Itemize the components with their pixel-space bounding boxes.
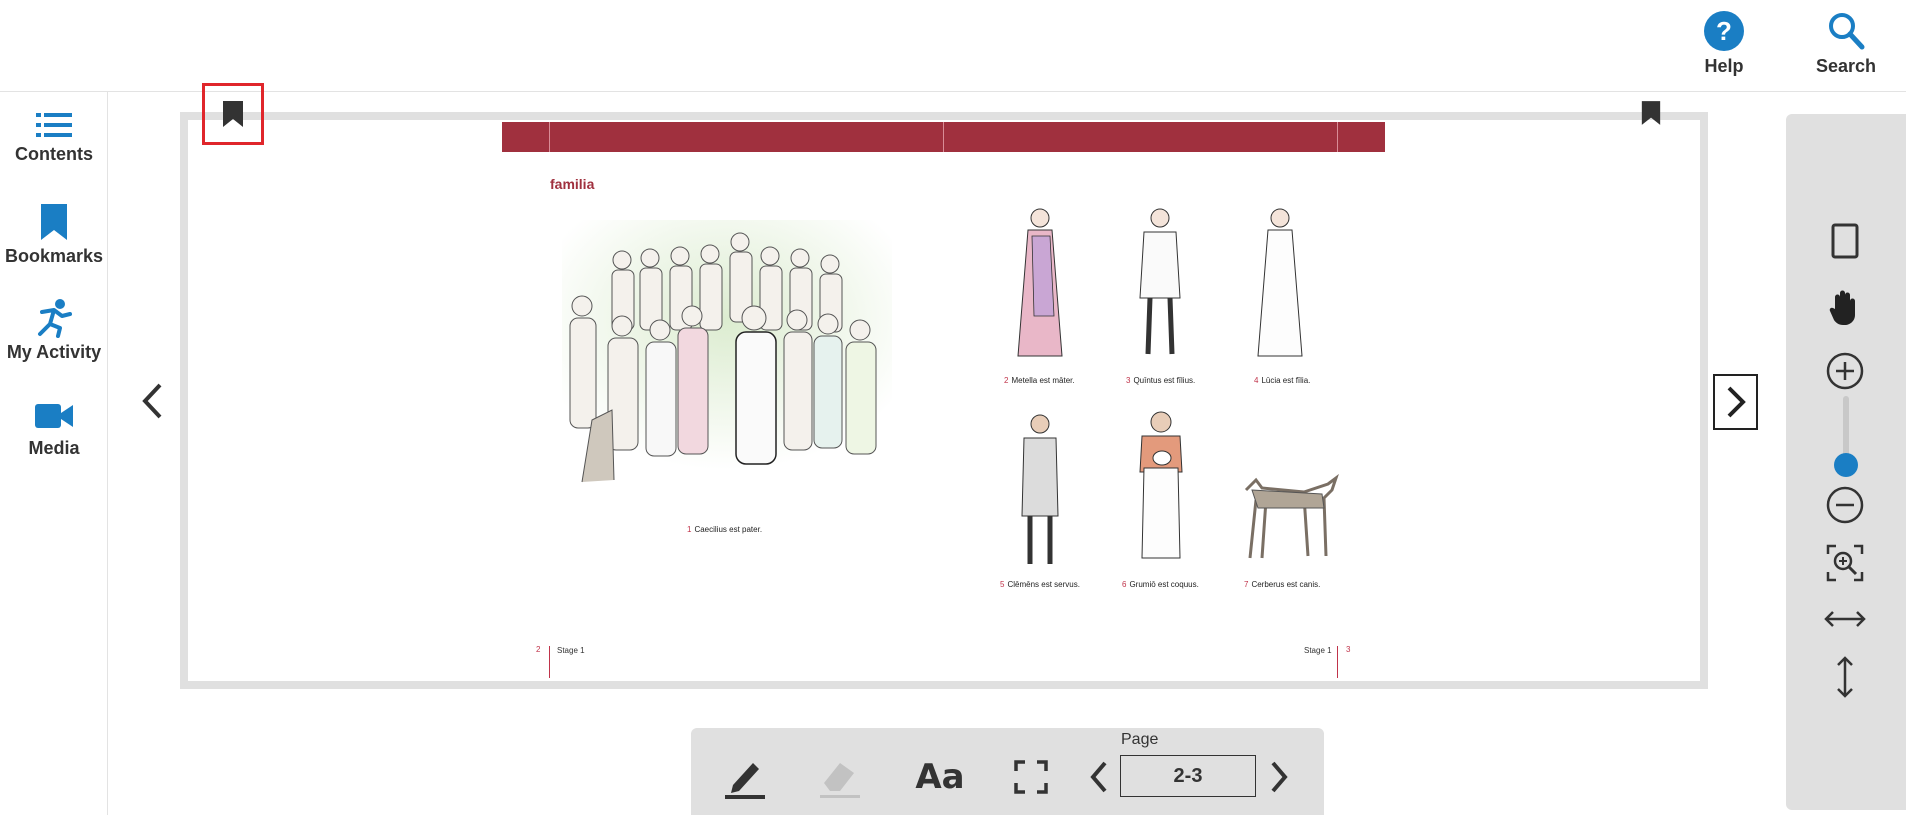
left-sidebar: Contents Bookmarks My Activity Media: [0, 92, 108, 815]
zoom-in-icon: [1826, 352, 1864, 390]
page-number-input[interactable]: [1120, 755, 1256, 797]
zoom-area-icon: [1826, 544, 1864, 582]
hand-icon: [1829, 290, 1855, 325]
zoom-slider-handle[interactable]: [1834, 453, 1858, 477]
search-icon: [1829, 13, 1865, 50]
sidebar-item-label: Bookmarks: [4, 246, 104, 266]
chevron-right-icon: [1727, 386, 1746, 418]
right-stage-label: Stage 1: [1304, 646, 1332, 655]
page-label: Page: [1121, 731, 1159, 748]
eraser-icon: [820, 763, 860, 798]
previous-page-toolbar-button[interactable]: [1079, 750, 1119, 804]
view-toolbar: [1786, 114, 1906, 810]
grumio-illustration: [1139, 411, 1183, 559]
previous-page-button[interactable]: [132, 378, 172, 424]
video-camera-icon: [35, 404, 73, 428]
figure-caption: 4 Lūcia est fīlia.: [1254, 376, 1311, 385]
search-button[interactable]: Search: [1796, 10, 1896, 80]
sidebar-item-bookmarks[interactable]: Bookmarks: [0, 202, 108, 267]
list-icon: [36, 113, 72, 137]
figure-caption: 5 Clēmēns est servus.: [1000, 580, 1080, 589]
fit-height-icon: [1837, 656, 1853, 698]
zoom-out-button[interactable]: [1822, 482, 1868, 528]
left-page-number: 2: [536, 645, 541, 654]
chevron-right-icon: [1271, 761, 1288, 793]
sidebar-item-label: Contents: [15, 144, 93, 164]
bookmark-icon: [1641, 101, 1661, 125]
bookmark-right-page-button[interactable]: [1636, 98, 1666, 128]
sidebar-item-label: Media: [28, 438, 80, 458]
fit-width-button[interactable]: [1822, 596, 1868, 642]
figure-caption: 2 Metella est māter.: [1004, 376, 1075, 385]
single-page-view-button[interactable]: [1822, 218, 1868, 264]
fit-width-icon: [1824, 611, 1866, 627]
text-size-button[interactable]: Aa: [905, 750, 975, 804]
bookmark-icon: [41, 204, 67, 240]
next-page-toolbar-button[interactable]: [1259, 750, 1299, 804]
fit-height-button[interactable]: [1822, 654, 1868, 700]
figure-caption: 6 Grumiō est coquus.: [1122, 580, 1199, 589]
zoom-out-icon: [1826, 486, 1864, 524]
sidebar-item-label: My Activity: [6, 342, 102, 362]
page-header-band: [502, 122, 1385, 152]
text-size-icon: Aa: [915, 757, 965, 797]
cerberus-illustration: [1244, 474, 1339, 559]
top-bar: ? Help Search: [0, 0, 1906, 92]
fullscreen-button[interactable]: [1004, 750, 1058, 804]
figure-caption: 3 Quīntus est fīlius.: [1126, 376, 1196, 385]
sidebar-item-my-activity[interactable]: My Activity: [0, 298, 108, 363]
help-label: Help: [1704, 56, 1744, 76]
bottom-toolbar: Aa Page: [691, 728, 1324, 815]
highlighter-button[interactable]: [718, 750, 772, 804]
svg-text:?: ?: [1716, 16, 1732, 46]
metella-illustration: [1017, 208, 1063, 357]
right-page-number: 3: [1346, 645, 1351, 654]
help-button[interactable]: ? Help: [1674, 10, 1774, 80]
zoom-in-button[interactable]: [1822, 348, 1868, 394]
book-spread: familia 1 Caecilius est pater. 2 Metella…: [502, 122, 1385, 682]
fullscreen-icon: [1014, 760, 1048, 794]
zoom-to-area-button[interactable]: [1822, 540, 1868, 586]
figure-caption: 7 Cerberus est canis.: [1244, 580, 1321, 589]
bookmark-icon: [223, 101, 243, 127]
figure-caption: 1 Caecilius est pater.: [687, 525, 763, 534]
chevron-left-icon: [142, 383, 162, 419]
pencil-icon: [725, 763, 765, 799]
lucia-illustration: [1257, 208, 1303, 357]
pan-tool-button[interactable]: [1822, 284, 1868, 330]
eraser-button[interactable]: [813, 750, 867, 804]
quintus-illustration: [1139, 208, 1181, 355]
family-illustration: [562, 220, 892, 483]
clemens-illustration: [1021, 414, 1059, 564]
single-page-icon: [1831, 223, 1859, 259]
chevron-left-icon: [1090, 761, 1107, 793]
search-label: Search: [1815, 56, 1877, 76]
left-stage-label: Stage 1: [557, 646, 585, 655]
sidebar-item-media[interactable]: Media: [0, 398, 108, 459]
activity-icon: [38, 299, 72, 338]
sidebar-item-contents[interactable]: Contents: [0, 110, 108, 165]
help-icon: ?: [1704, 11, 1744, 51]
next-page-button[interactable]: [1713, 374, 1758, 430]
bookmark-left-page-button[interactable]: [202, 83, 264, 145]
page-title: familia: [550, 176, 595, 192]
